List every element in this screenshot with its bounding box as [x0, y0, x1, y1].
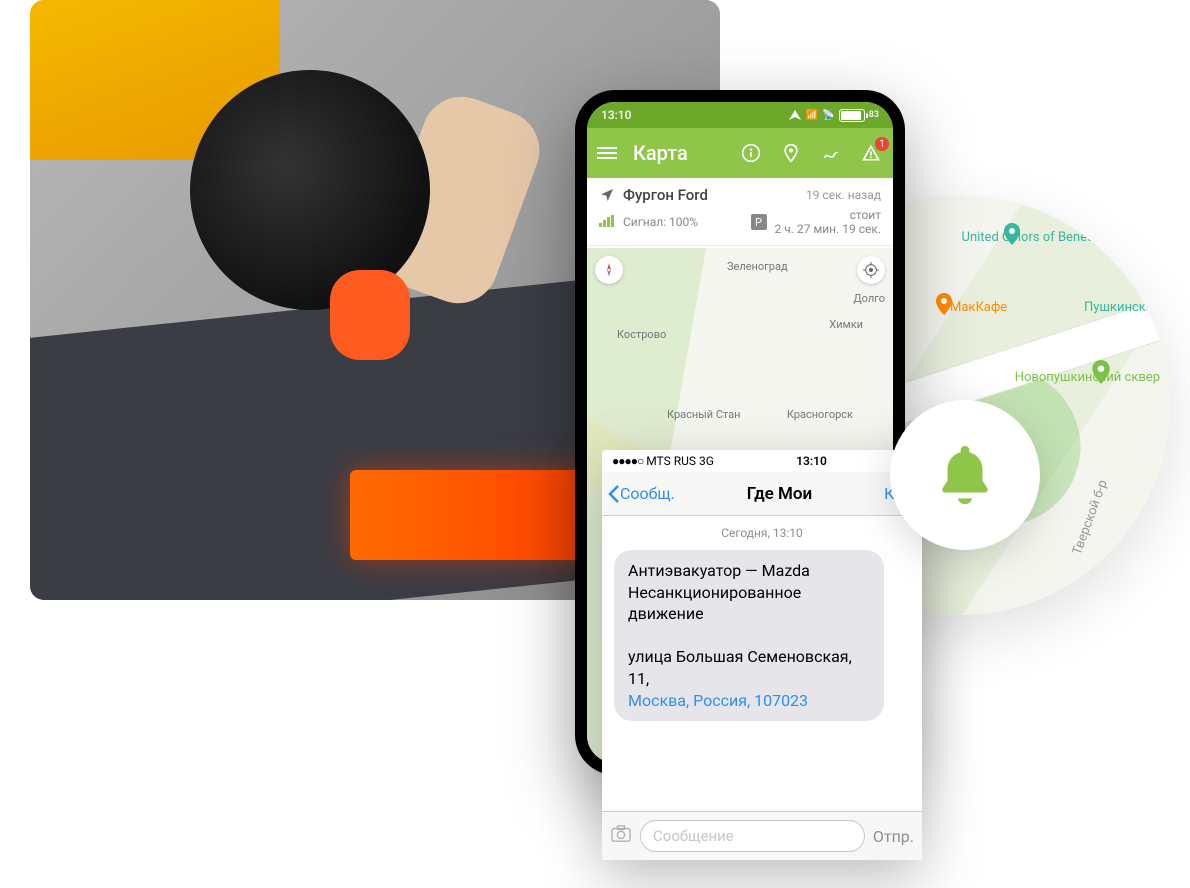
parking-status: стоит 2 ч. 27 мин. 19 сек.: [775, 208, 882, 237]
poi-label: Тверской б-р: [1070, 478, 1111, 557]
sms-timestamp: Сегодня, 13:10: [614, 526, 910, 540]
bell-badge: [890, 400, 1040, 550]
message-input[interactable]: Сообщение: [640, 820, 865, 852]
vehicle-card[interactable]: Фургон Ford 19 сек. назад Сигнал: 100% P…: [587, 178, 893, 246]
sms-address-link[interactable]: Москва, Россия, 107023: [628, 691, 808, 710]
battery-pct: 83: [869, 110, 879, 120]
info-icon[interactable]: [739, 143, 763, 163]
ios-status-bar: ●●●●○ MTS RUS 3G 13:10: [602, 450, 922, 472]
vehicle-name: Фургон Ford: [623, 186, 798, 204]
poi-label: United Colors of Benetton: [962, 230, 1110, 245]
signal-label: Сигнал: 100%: [623, 215, 743, 229]
map-label: Красногорск: [787, 408, 853, 421]
battery-icon: [839, 109, 865, 122]
sms-overlay: ●●●●○ MTS RUS 3G 13:10 Сообщ. Где Мои Ко…: [602, 450, 922, 860]
poi-label: Пушкинская: [1084, 300, 1160, 315]
signal-icon: [599, 215, 615, 230]
map-label: Долго: [853, 292, 885, 305]
poi-label: МакКафе: [950, 300, 1007, 315]
camera-icon[interactable]: [610, 824, 632, 848]
compass-button[interactable]: [595, 256, 623, 284]
map-label: Химки: [829, 318, 863, 331]
geofence-icon[interactable]: [779, 143, 803, 163]
app-header: Карта: [587, 128, 893, 178]
nav-arrow-icon: [788, 109, 802, 121]
sms-nav: Сообщ. Где Мои Ко...: [602, 472, 922, 516]
locate-button[interactable]: [857, 256, 885, 284]
sms-bubble[interactable]: Антиэвакуатор — Mazda Несанкционированно…: [614, 550, 884, 721]
location-arrow-icon: [599, 187, 615, 203]
last-seen: 19 сек. назад: [806, 188, 881, 202]
map-label: Красный Стан: [667, 408, 741, 421]
sms-thread[interactable]: Сегодня, 13:10 Антиэвакуатор — Mazda Нес…: [602, 516, 922, 811]
app-title: Карта: [633, 141, 723, 165]
map-label: Кострово: [617, 328, 666, 341]
alerts-icon[interactable]: [859, 143, 883, 163]
android-status-bar: 13:10 📶 📡 83: [587, 102, 893, 128]
back-button[interactable]: Сообщ.: [608, 484, 675, 504]
bell-icon: [930, 440, 1000, 510]
map-label: Зеленоград: [727, 260, 788, 273]
sms-composer: Сообщение Отпр.: [602, 811, 922, 860]
send-button[interactable]: Отпр.: [873, 827, 914, 846]
poi-label: Новопушкинский сквер: [1015, 370, 1160, 385]
route-icon[interactable]: [819, 143, 843, 163]
parking-icon: P: [751, 214, 767, 230]
sms-title: Где Мои: [679, 484, 880, 504]
menu-icon[interactable]: [597, 147, 617, 159]
status-time: 13:10: [601, 108, 631, 122]
